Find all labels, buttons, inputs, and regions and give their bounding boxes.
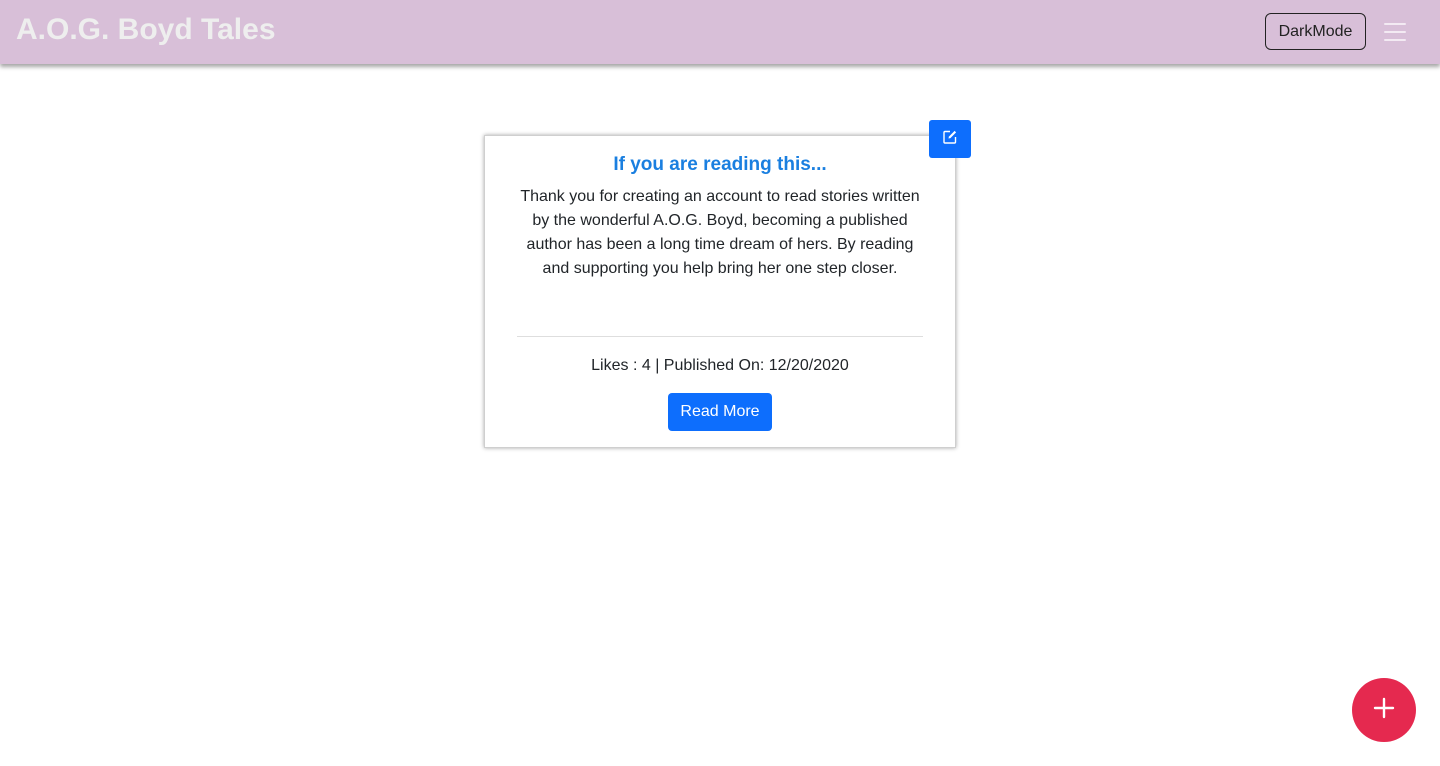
edit-icon <box>942 129 958 150</box>
plus-icon <box>1373 697 1395 724</box>
story-excerpt: Thank you for creating an account to rea… <box>520 188 920 277</box>
card-divider <box>517 336 923 337</box>
read-more-button[interactable]: Read More <box>668 393 772 431</box>
edit-story-button[interactable] <box>929 120 971 158</box>
story-title: If you are reading this... <box>613 154 827 175</box>
site-brand[interactable]: A.O.G. Boyd Tales <box>16 12 276 48</box>
hamburger-menu-icon[interactable] <box>1382 20 1408 44</box>
story-card: If you are reading this... Thank you for… <box>484 135 956 448</box>
navbar: A.O.G. Boyd Tales DarkMode <box>0 0 1440 64</box>
story-meta: Likes : 4 | Published On: 12/20/2020 <box>591 357 849 374</box>
add-story-button[interactable] <box>1352 678 1416 742</box>
darkmode-button[interactable]: DarkMode <box>1265 13 1366 50</box>
